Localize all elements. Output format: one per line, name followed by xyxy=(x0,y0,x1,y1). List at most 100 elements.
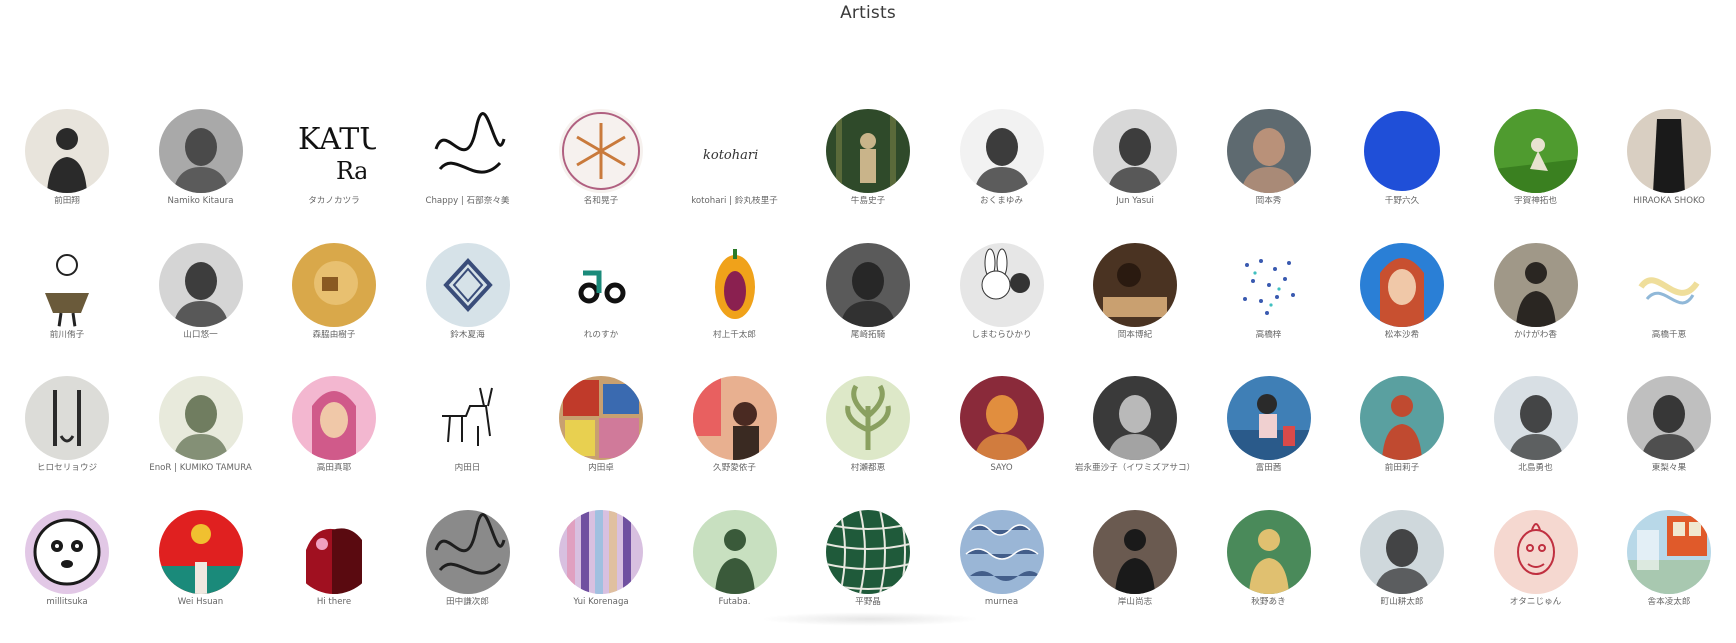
artist-card[interactable]: 高田真耶 xyxy=(267,376,401,510)
artist-avatar[interactable] xyxy=(426,510,510,594)
artist-name[interactable]: 秋野あき xyxy=(1251,597,1285,608)
artist-card[interactable]: 内田日 xyxy=(401,376,535,510)
artist-card[interactable]: millitsuka xyxy=(0,510,134,643)
artist-card[interactable]: 久野愛依子 xyxy=(668,376,802,510)
artist-name[interactable]: 東梨々果 xyxy=(1652,463,1686,474)
artist-name[interactable]: 村瀬都恵 xyxy=(851,463,885,474)
artist-name[interactable]: Futaba. xyxy=(718,597,750,608)
artist-card[interactable]: 富田茜 xyxy=(1202,376,1336,510)
artist-avatar[interactable] xyxy=(559,376,643,460)
artist-card[interactable]: 松本沙希 xyxy=(1335,243,1469,377)
artist-name[interactable]: 山口悠一 xyxy=(183,330,217,341)
artist-avatar[interactable] xyxy=(1627,510,1711,594)
artist-avatar[interactable] xyxy=(559,109,643,193)
artist-avatar[interactable] xyxy=(1093,109,1177,193)
artist-avatar[interactable] xyxy=(1494,243,1578,327)
artist-card[interactable]: Wei Hsuan xyxy=(134,510,268,643)
artist-name[interactable]: millitsuka xyxy=(46,597,87,608)
artist-name[interactable]: 村上千太郎 xyxy=(713,330,756,341)
artist-avatar[interactable] xyxy=(159,376,243,460)
artist-card[interactable]: 岡本博紀 xyxy=(1068,243,1202,377)
artist-card[interactable]: 岸山尚志 xyxy=(1068,510,1202,643)
artist-name[interactable]: ヒロセリョウジ xyxy=(37,463,97,474)
artist-name[interactable]: おくまゆみ xyxy=(980,196,1023,207)
artist-card[interactable]: 秋野あき xyxy=(1202,510,1336,643)
artist-avatar[interactable] xyxy=(826,109,910,193)
artist-name[interactable]: murnea xyxy=(985,597,1018,608)
artist-card[interactable]: 山口悠一 xyxy=(134,243,268,377)
artist-name[interactable]: EnoR | KUMIKO TAMURA xyxy=(149,463,251,474)
artist-name[interactable]: 尾崎拓騎 xyxy=(851,330,885,341)
artist-card[interactable]: 町山耕太郎 xyxy=(1335,510,1469,643)
artist-card[interactable]: 千野六久 xyxy=(1335,109,1469,243)
artist-avatar[interactable] xyxy=(1494,109,1578,193)
artist-name[interactable]: Yui Korenaga xyxy=(573,597,628,608)
artist-avatar[interactable] xyxy=(1627,109,1711,193)
artist-name[interactable]: 久野愛依子 xyxy=(713,463,756,474)
artist-card[interactable]: Chappy | 石部奈々美 xyxy=(401,109,535,243)
artist-name[interactable]: Namiko Kitaura xyxy=(167,196,233,207)
artist-card[interactable]: 森脇由樹子 xyxy=(267,243,401,377)
artist-name[interactable]: 内田卓 xyxy=(588,463,614,474)
artist-avatar[interactable] xyxy=(693,510,777,594)
artist-name[interactable]: 北島勇也 xyxy=(1518,463,1552,474)
artist-card[interactable]: KATURа タカノカツラ xyxy=(267,109,401,243)
artist-name[interactable]: Hi there xyxy=(317,597,351,608)
artist-name[interactable]: kotohari | 鈴丸枝里子 xyxy=(691,196,778,207)
artist-card[interactable]: 田中謙次郎 xyxy=(401,510,535,643)
artist-name[interactable]: 岸山尚志 xyxy=(1118,597,1152,608)
artist-avatar[interactable] xyxy=(826,510,910,594)
artist-card[interactable]: 牛島史子 xyxy=(801,109,935,243)
artist-avatar[interactable] xyxy=(960,510,1044,594)
artist-name[interactable]: 千野六久 xyxy=(1385,196,1419,207)
artist-name[interactable]: 富田茜 xyxy=(1256,463,1282,474)
artist-avatar[interactable] xyxy=(159,243,243,327)
artist-avatar[interactable] xyxy=(1494,510,1578,594)
artist-name[interactable]: 松本沙希 xyxy=(1385,330,1419,341)
artist-avatar[interactable] xyxy=(1093,243,1177,327)
artist-avatar[interactable] xyxy=(960,376,1044,460)
artist-avatar[interactable] xyxy=(1360,376,1444,460)
artist-avatar[interactable]: KATURа xyxy=(292,109,376,193)
artist-card[interactable]: 前田翔 xyxy=(0,109,134,243)
artist-card[interactable]: Hi there xyxy=(267,510,401,643)
artist-card[interactable]: SAYO xyxy=(935,376,1069,510)
artist-card[interactable]: れのすか xyxy=(534,243,668,377)
artist-card[interactable]: 前川侑子 xyxy=(0,243,134,377)
artist-name[interactable]: かけがわ香 xyxy=(1514,330,1557,341)
artist-card[interactable]: 北島勇也 xyxy=(1469,376,1603,510)
artist-avatar[interactable] xyxy=(1627,376,1711,460)
artist-avatar[interactable] xyxy=(1360,109,1444,193)
artist-avatar[interactable] xyxy=(25,243,109,327)
artist-avatar[interactable] xyxy=(693,376,777,460)
artist-card[interactable]: 鈴木夏海 xyxy=(401,243,535,377)
artist-avatar[interactable] xyxy=(426,376,510,460)
artist-card[interactable]: 前田莉子 xyxy=(1335,376,1469,510)
artist-name[interactable]: 森脇由樹子 xyxy=(313,330,356,341)
artist-avatar[interactable] xyxy=(1227,109,1311,193)
artist-avatar[interactable] xyxy=(1093,510,1177,594)
artist-avatar[interactable] xyxy=(693,243,777,327)
artist-name[interactable]: Wei Hsuan xyxy=(178,597,224,608)
artist-name[interactable]: 名和晃子 xyxy=(584,196,618,207)
artist-card[interactable]: しまむらひかり xyxy=(935,243,1069,377)
artist-avatar[interactable] xyxy=(25,109,109,193)
artist-name[interactable]: 町山耕太郎 xyxy=(1381,597,1424,608)
artist-card[interactable]: Jun Yasui xyxy=(1068,109,1202,243)
artist-card[interactable]: ヒロセリョウジ xyxy=(0,376,134,510)
artist-name[interactable]: タカノカツラ xyxy=(308,196,360,207)
artist-avatar[interactable] xyxy=(159,109,243,193)
artist-name[interactable]: 高橋千恵 xyxy=(1652,330,1686,341)
artist-card[interactable]: 高橋梓 xyxy=(1202,243,1336,377)
artist-name[interactable]: 牛島史子 xyxy=(851,196,885,207)
artist-name[interactable]: しまむらひかり xyxy=(971,330,1031,341)
artist-card[interactable]: HIRAOKA SHOKO xyxy=(1602,109,1736,243)
artist-card[interactable]: kotoharikotohari | 鈴丸枝里子 xyxy=(668,109,802,243)
artist-card[interactable]: 村上千太郎 xyxy=(668,243,802,377)
artist-avatar[interactable] xyxy=(1227,510,1311,594)
artist-avatar[interactable] xyxy=(1627,243,1711,327)
artist-name[interactable]: 前田翔 xyxy=(54,196,80,207)
artist-card[interactable]: おくまゆみ xyxy=(935,109,1069,243)
artist-name[interactable]: SAYO xyxy=(990,463,1012,474)
artist-avatar[interactable] xyxy=(292,376,376,460)
